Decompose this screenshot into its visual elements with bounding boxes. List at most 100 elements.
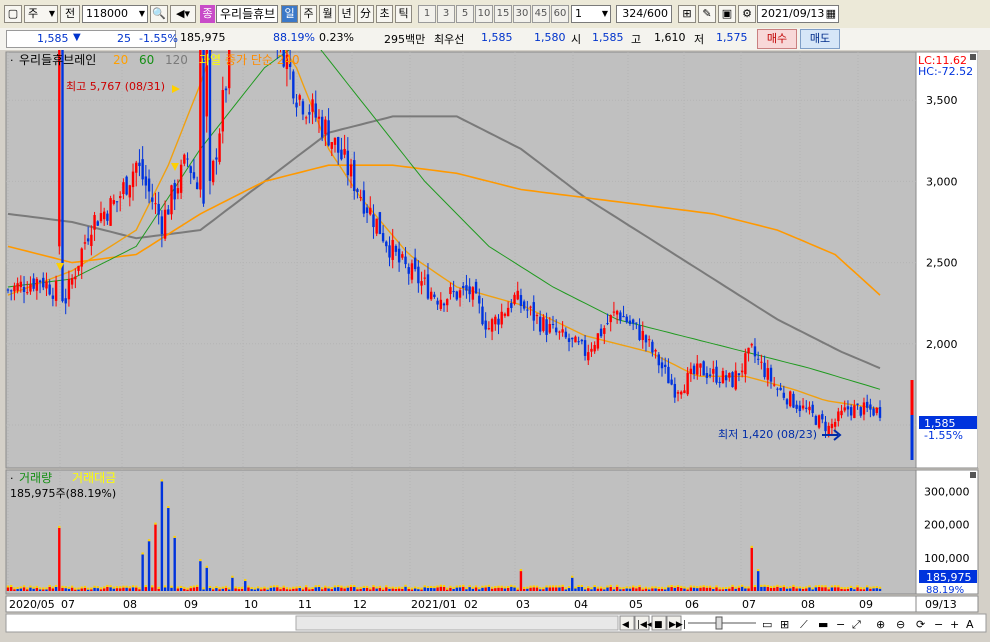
turnover-mark (250, 587, 253, 590)
window-icon[interactable]: ▢ (4, 5, 22, 23)
tab-period-1[interactable]: 주 (300, 5, 317, 23)
turnover-mark (702, 585, 705, 588)
turnover-mark (436, 585, 439, 588)
tab-period-4[interactable]: 分 (357, 5, 374, 23)
turnover-mark (500, 585, 503, 588)
tab-period-6[interactable]: 틱 (395, 5, 412, 23)
pane-resize-handle[interactable] (970, 54, 976, 60)
volume-bar (696, 588, 699, 591)
sound-icon[interactable]: ◀▾ (170, 5, 196, 23)
toolbar-tool-icon: ⊖ (896, 618, 905, 631)
volume-bar (192, 587, 196, 591)
volume-bar (365, 587, 369, 591)
interval-button-45[interactable]: 45 (532, 5, 550, 23)
turnover-mark (776, 584, 779, 587)
volume-bar (45, 589, 48, 591)
turnover-mark (474, 585, 478, 588)
turnover-mark (308, 587, 311, 590)
date-tick-label: 11 (298, 598, 312, 611)
turnover-mark (48, 584, 51, 587)
chart-type-dropdown[interactable]: 주 ▼ (24, 5, 58, 23)
date-input[interactable]: 2021/09/13 ▦ (757, 5, 839, 23)
sell-button[interactable]: 매도 (800, 29, 840, 49)
turnover-mark (199, 559, 202, 562)
chart-area[interactable]: 5,5005,0004,5004,0003,5003,0002,5002,000… (0, 0, 990, 639)
crosshair-icon[interactable]: ⊞ (678, 5, 696, 23)
volume-bar (724, 589, 728, 591)
candle-body (814, 415, 818, 425)
gear-icon[interactable]: ⚙ (738, 5, 756, 23)
price-pane[interactable] (5, 51, 917, 469)
candle-body (510, 302, 513, 308)
candle-body (667, 366, 670, 384)
turnover-mark (522, 586, 526, 589)
interval-button-3[interactable]: 3 (437, 5, 455, 23)
interval-button-60[interactable]: 60 (551, 5, 569, 23)
volume-bar (744, 588, 747, 591)
count-select[interactable]: 1 ▼ (571, 5, 611, 23)
tab-period-3[interactable]: 년 (338, 5, 355, 23)
volume-bar (782, 587, 786, 591)
turnover-mark (737, 585, 741, 588)
interval-button-30[interactable]: 30 (513, 5, 531, 23)
candle-body (747, 347, 750, 354)
turnover-mark (337, 585, 340, 588)
data-count-field[interactable]: 324/600 (616, 5, 672, 23)
volume-bar (10, 587, 13, 591)
volume-bar (320, 589, 324, 591)
volume-bar (26, 589, 29, 591)
drawing-tool-icon[interactable]: ✎ (698, 5, 716, 23)
candlestick-chart[interactable]: 5,5005,0004,5004,0003,5003,0002,5002,000… (0, 0, 990, 639)
volume-bar (106, 586, 109, 591)
turnover-mark (285, 587, 289, 590)
interval-button-5[interactable]: 5 (456, 5, 474, 23)
market-dropdown[interactable]: 전 (60, 5, 80, 23)
turnover-mark (407, 587, 410, 590)
buy-button[interactable]: 매수 (757, 29, 797, 49)
turnover-mark (468, 585, 471, 588)
stock-name-field[interactable]: 우리들휴브 (216, 5, 278, 23)
candle-body (420, 281, 423, 286)
right-gutter (978, 52, 988, 468)
market-value: 전 (64, 7, 76, 20)
volume-bar (474, 587, 478, 591)
interval-button-1[interactable]: 1 (418, 5, 436, 23)
volume-bar (872, 588, 875, 591)
candle-body (324, 119, 327, 135)
turnover-mark (664, 587, 667, 590)
volume-bar (288, 589, 292, 591)
tab-period-0[interactable]: 일 (281, 5, 298, 23)
turnover-mark (869, 586, 872, 589)
turnover-mark (811, 587, 814, 590)
turnover-mark (696, 586, 699, 589)
candle-body (394, 245, 398, 252)
volume-bar (125, 587, 128, 591)
tab-period-2[interactable]: 월 (319, 5, 336, 23)
turnover-mark (260, 587, 263, 590)
interval-button-10[interactable]: 10 (475, 5, 493, 23)
high-price: 1,610 (654, 31, 686, 44)
turnover-mark (506, 585, 510, 588)
candle-body (766, 368, 769, 380)
volume-bar (516, 589, 519, 591)
interval-button-15[interactable]: 15 (494, 5, 512, 23)
turnover-mark (385, 585, 388, 588)
volume-bar (676, 586, 680, 591)
search-icon[interactable]: 🔍 (150, 5, 168, 23)
candle-body (689, 368, 693, 374)
stock-code-input[interactable]: 118000 ▼ (82, 5, 148, 23)
scroll-thumb[interactable] (295, 615, 619, 631)
last-volume-pct: 88.19% (926, 585, 964, 596)
turnover-mark (237, 587, 241, 590)
save-icon[interactable]: ▣ (718, 5, 736, 23)
pane-resize-handle[interactable] (970, 472, 976, 478)
candle-body (308, 112, 311, 115)
candle-body (529, 306, 532, 308)
turnover-mark (26, 587, 29, 590)
volume-bar (865, 587, 869, 591)
turnover-mark (699, 585, 702, 588)
tab-period-5[interactable]: 초 (376, 5, 393, 23)
volume-bar (792, 586, 795, 591)
volume-bar (641, 589, 644, 591)
turnover-mark (102, 586, 106, 589)
